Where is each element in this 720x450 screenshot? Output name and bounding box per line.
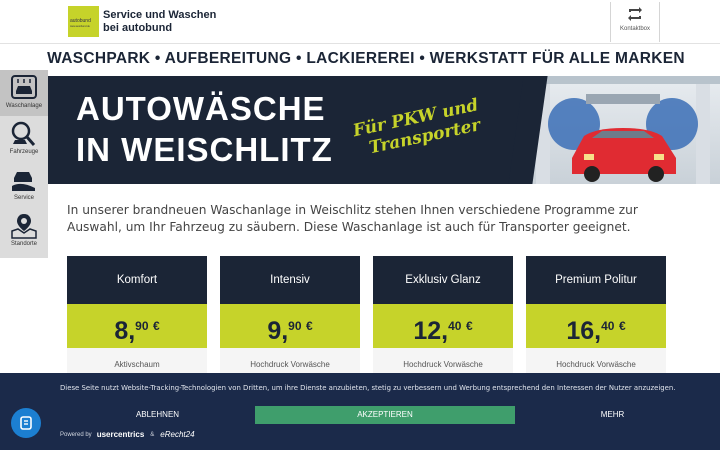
program-name: Exklusiv Glanz <box>373 256 513 304</box>
logo-text: autobund <box>70 18 91 24</box>
sidebar-label-standorte: Standorte <box>10 241 38 247</box>
price-main: 9, <box>267 317 289 345</box>
price-currency: € <box>152 319 160 333</box>
sidebar-label-service: Service <box>13 195 34 201</box>
hero-tagline: Für PKW und Transporter <box>351 95 484 161</box>
program-price: 16,40 € <box>526 304 666 348</box>
logo-subtext: www.autobund.de <box>70 25 90 28</box>
hero-title-line2: IN WEISCHLITZ <box>76 131 333 168</box>
price-cents: 40 <box>601 319 615 333</box>
contact-box-button[interactable]: Kontaktbox <box>610 2 660 42</box>
usercentrics-logo[interactable]: usercentrics <box>97 430 145 439</box>
program-name: Intensiv <box>220 256 360 304</box>
sidebar-item-standorte[interactable]: Standorte <box>0 208 48 254</box>
services-strip: WASCHPARK • AUFBEREITUNG • LACKIEREREI •… <box>0 44 720 74</box>
cookie-consent-text: Diese Seite nutzt Website-Tracking-Techn… <box>60 384 676 392</box>
contact-box-label: Kontaktbox <box>619 26 651 32</box>
site-header: autobund www.autobund.de Service und Was… <box>0 0 720 44</box>
autobund-logo[interactable]: autobund www.autobund.de <box>68 6 99 37</box>
program-card-komfort[interactable]: Komfort 8,90 € Aktivschaum <box>67 256 207 386</box>
price-cents: 40 <box>448 319 462 333</box>
program-price: 9,90 € <box>220 304 360 348</box>
price-currency: € <box>305 319 313 333</box>
price-cents: 90 <box>288 319 302 333</box>
car-wash-photo <box>526 76 720 184</box>
price-currency: € <box>465 319 473 333</box>
hero-title-line1: AUTOWÄSCHE <box>76 90 326 127</box>
hero-banner: AUTOWÄSCHE IN WEISCHLITZ Für PKW und Tra… <box>48 76 720 184</box>
intro-text: In unserer brandneuen Waschanlage in Wei… <box>67 203 638 234</box>
sidebar-label-fahrzeuge: Fahrzeuge <box>9 149 39 155</box>
powered-by-label: Powered by <box>60 431 92 438</box>
reject-button[interactable]: ABLEHNEN <box>80 406 235 424</box>
program-name: Komfort <box>67 256 207 304</box>
car-search-icon <box>11 121 36 146</box>
brand-title-line1[interactable]: Service und Waschen <box>103 9 216 21</box>
accept-button[interactable]: AKZEPTIEREN <box>255 406 515 424</box>
sidebar-item-fahrzeuge[interactable]: Fahrzeuge <box>0 116 48 162</box>
program-price: 12,40 € <box>373 304 513 348</box>
fingerprint-icon <box>20 416 32 430</box>
cookie-consent-banner: Diese Seite nutzt Website-Tracking-Techn… <box>0 373 720 450</box>
more-button[interactable]: MEHR <box>535 406 690 424</box>
car-service-icon <box>12 172 35 191</box>
program-card-exklusiv-glanz[interactable]: Exklusiv Glanz 12,40 € Hochdruck Vorwäsc… <box>373 256 513 386</box>
services-text: WASCHPARK • AUFBEREITUNG • LACKIEREREI •… <box>47 50 685 67</box>
powered-by-amp: & <box>150 431 155 438</box>
price-currency: € <box>618 319 626 333</box>
price-main: 16, <box>566 317 602 345</box>
sidebar-label-waschanlage: Waschanlage <box>5 103 43 109</box>
privacy-settings-button[interactable] <box>11 408 41 438</box>
program-name: Premium Politur <box>526 256 666 304</box>
refresh-icon <box>628 7 642 21</box>
price-cents: 90 <box>135 319 149 333</box>
brand-title-line2[interactable]: bei autobund <box>103 22 172 34</box>
program-card-intensiv[interactable]: Intensiv 9,90 € Hochdruck Vorwäsche <box>220 256 360 386</box>
car-wash-icon <box>11 75 37 99</box>
program-price: 8,90 € <box>67 304 207 348</box>
erecht24-logo[interactable]: eRecht24 <box>160 430 194 439</box>
sidebar-item-waschanlage[interactable]: Waschanlage <box>0 70 48 116</box>
price-main: 12, <box>413 317 449 345</box>
program-card-premium-politur[interactable]: Premium Politur 16,40 € Hochdruck Vorwäs… <box>526 256 666 386</box>
sidebar: Waschanlage Fahrzeuge Service Standorte <box>0 70 48 258</box>
powered-by: Powered by usercentrics & eRecht24 <box>60 430 195 439</box>
sidebar-item-service[interactable]: Service <box>0 162 48 208</box>
map-pin-icon <box>11 214 37 239</box>
price-main: 8, <box>114 317 136 345</box>
